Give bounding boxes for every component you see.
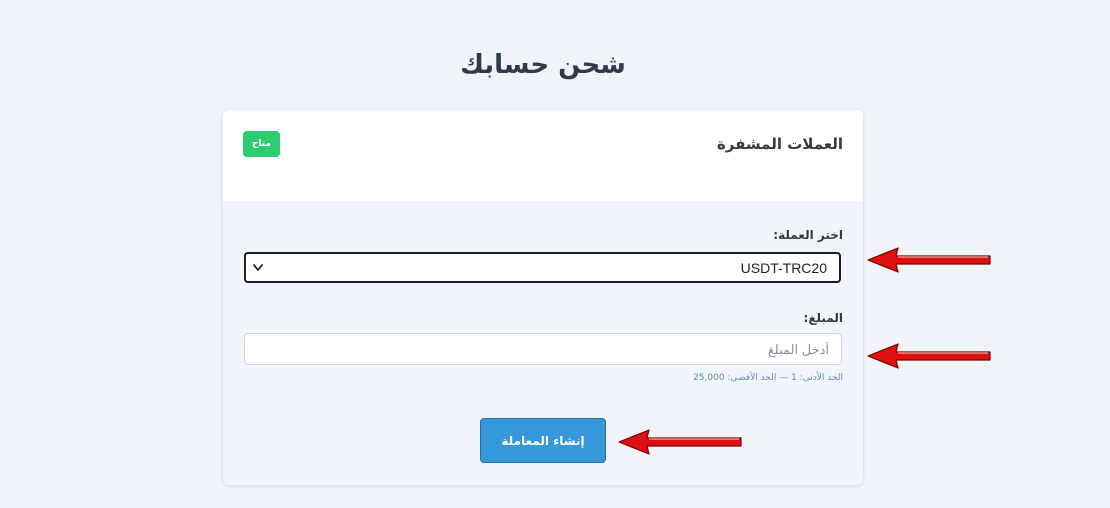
currency-select[interactable]: USDT-TRC20: [244, 252, 841, 283]
page-title: شحن حسابك: [460, 50, 626, 80]
deposit-card: العملات المشفرة متاح اختر العملة: USDT-T…: [223, 110, 863, 485]
amount-label: المبلغ:: [803, 311, 843, 325]
amount-limits-hint: الحد الأدنى: 1 — الحد الأقصى: 25,000: [693, 373, 843, 383]
create-transaction-button[interactable]: إنشاء المعاملة: [480, 418, 606, 463]
arrow-left-icon: [867, 343, 991, 369]
chevron-down-icon: [253, 264, 263, 271]
arrow-left-icon: [867, 247, 991, 273]
status-badge: متاح: [243, 131, 280, 157]
arrow-left-icon: [618, 429, 742, 455]
currency-label: اختر العملة:: [773, 228, 843, 242]
amount-input[interactable]: [244, 333, 842, 365]
currency-select-value: USDT-TRC20: [740, 260, 827, 276]
payment-method-title: العملات المشفرة: [716, 135, 843, 153]
card-header: العملات المشفرة متاح: [223, 110, 863, 201]
